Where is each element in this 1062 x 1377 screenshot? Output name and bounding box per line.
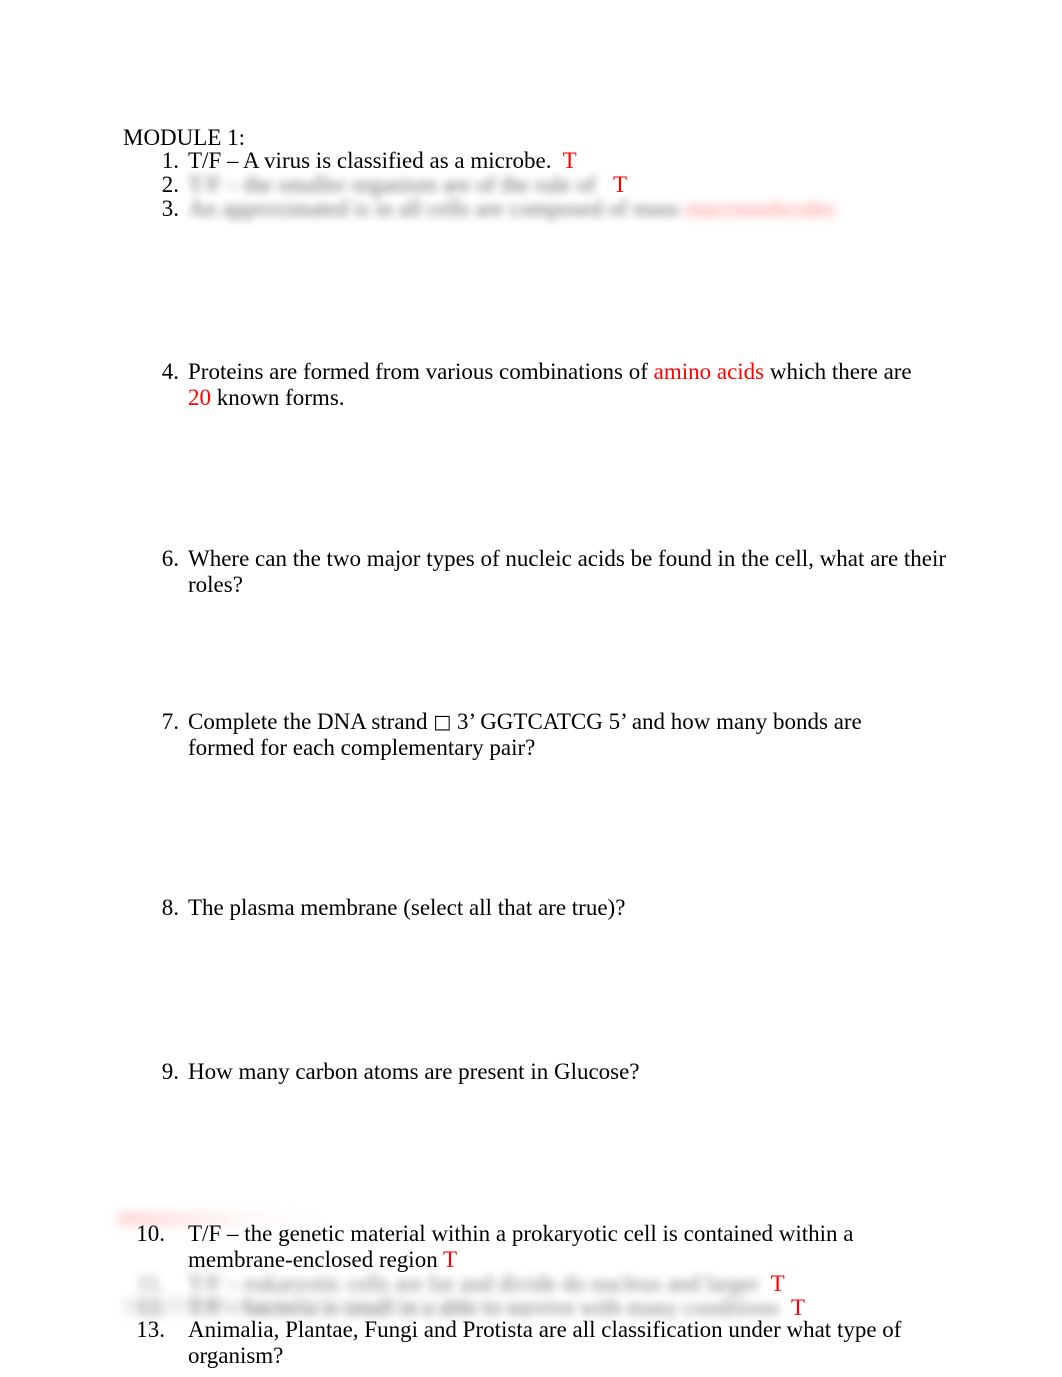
- answer-mark: T: [562, 148, 577, 173]
- missing-glyph-box: □: [433, 711, 452, 733]
- question-body-redacted: T/F – eukaryotic cells are far and divid…: [188, 1271, 760, 1296]
- question-text: T/F – eukaryotic cells are far and divid…: [188, 1271, 933, 1297]
- question-text: Animalia, Plantae, Fungi and Protista ar…: [188, 1317, 902, 1368]
- question-number: 13.: [136, 1317, 165, 1342]
- question-item-4: 4. Proteins are formed from various comb…: [123, 359, 938, 411]
- question-item-13: 13. Animalia, Plantae, Fungi and Protist…: [123, 1317, 953, 1369]
- question-number: 6.: [161, 546, 179, 571]
- question-item-6: 6. Where can the two major types of nucl…: [123, 546, 953, 598]
- question-body: T/F – A virus is classified as a microbe…: [188, 148, 552, 173]
- question-segment-2: which there are: [764, 359, 912, 384]
- question-body-redacted: T/F – the smaller organism are of the ru…: [188, 172, 596, 197]
- question-segment-1: Proteins are formed from various combina…: [188, 359, 654, 384]
- question-text: Proteins are formed from various combina…: [188, 359, 938, 411]
- question-segment-3: known forms.: [211, 385, 345, 410]
- question-number: 1.: [161, 148, 179, 173]
- question-number: 7.: [161, 709, 179, 734]
- question-text: How many carbon atoms are present in Glu…: [188, 1059, 640, 1084]
- question-text: Where can the two major types of nucleic…: [188, 546, 947, 597]
- question-item-11: 11. T/F – eukaryotic cells are far and d…: [123, 1271, 933, 1297]
- answer-mark: T: [770, 1271, 785, 1296]
- question-item-2: 2. T/F – the smaller organism are of the…: [123, 172, 953, 198]
- question-text: The plasma membrane (select all that are…: [188, 895, 626, 920]
- question-item-1: 1. T/F – A virus is classified as a micr…: [123, 148, 953, 174]
- answer-redacted: macromolecules: [684, 196, 836, 221]
- question-body: T/F – the genetic material within a prok…: [188, 1221, 854, 1272]
- question-item-10: 10. T/F – the genetic material within a …: [123, 1221, 933, 1273]
- question-item-9: 9. How many carbon atoms are present in …: [123, 1059, 953, 1085]
- question-number: 11.: [137, 1271, 165, 1296]
- question-text: Complete the DNA strand □ 3’ GGTCATCG 5’…: [188, 709, 913, 761]
- question-item-7: 7. Complete the DNA strand □ 3’ GGTCATCG…: [123, 709, 913, 761]
- question-item-3: 3. An approximated is in all cells are c…: [123, 196, 953, 222]
- question-number: 10.: [136, 1221, 165, 1246]
- question-text: T/F – A virus is classified as a microbe…: [188, 148, 953, 174]
- question-number: 8.: [161, 895, 179, 920]
- document-page: MODULE 1: 1. T/F – A virus is classified…: [0, 0, 1062, 1377]
- question-number: 3.: [161, 196, 179, 221]
- highlight-count: 20: [188, 385, 211, 410]
- question-item-8: 8. The plasma membrane (select all that …: [123, 895, 953, 921]
- question-number: 9.: [161, 1059, 179, 1084]
- question-text: T/F – the smaller organism are of the ru…: [188, 172, 953, 198]
- answer-mark: T: [443, 1247, 458, 1272]
- question-text: T/F – the genetic material within a prok…: [188, 1221, 933, 1273]
- question-segment-1: Complete the DNA strand: [188, 709, 434, 734]
- highlight-amino-acids: amino acids: [653, 359, 765, 384]
- question-text: An approximated is in all cells are comp…: [188, 196, 953, 222]
- question-number: 2.: [161, 172, 179, 197]
- answer-mark: T: [612, 172, 628, 197]
- question-number: 4.: [161, 359, 179, 384]
- question-body-redacted: An approximated is in all cells are comp…: [188, 196, 680, 221]
